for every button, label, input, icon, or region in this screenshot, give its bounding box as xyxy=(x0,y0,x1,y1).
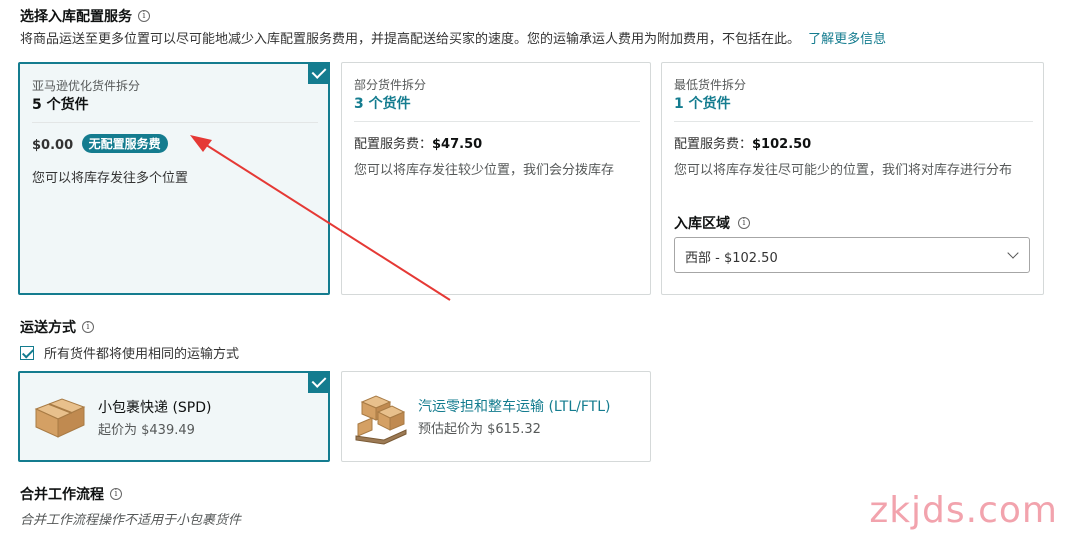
shipping-title-text: 运送方式 xyxy=(20,320,76,336)
info-icon[interactable]: i xyxy=(82,321,94,333)
shipping-card-spd[interactable]: 小包裹快递 (SPD) 起价为 $439.49 xyxy=(18,371,330,462)
annotation-arrow-head xyxy=(190,135,212,152)
same-shipping-checkbox[interactable] xyxy=(20,345,34,360)
watermark: zkjds.com xyxy=(869,490,1058,531)
shipping-card-ltl-ftl[interactable]: 汽运零担和整车运输 (LTL/FTL) 预估起价为 $615.32 xyxy=(341,371,651,462)
info-icon[interactable]: i xyxy=(110,488,122,500)
merge-workflow-title: 合并工作流程 i xyxy=(20,484,122,504)
shipping-method-title: 运送方式 i xyxy=(20,317,94,337)
shipping-method-price: 预估起价为 $615.32 xyxy=(418,422,541,437)
box-icon xyxy=(34,398,86,438)
same-shipping-checkbox-row[interactable]: 所有货件都将使用相同的运输方式 xyxy=(20,343,239,362)
selected-check-icon xyxy=(308,371,330,393)
checkbox-label: 所有货件都将使用相同的运输方式 xyxy=(44,347,240,362)
shipping-method-price: 起价为 $439.49 xyxy=(98,423,195,438)
pallet-icon xyxy=(355,395,407,445)
merge-workflow-note: 合并工作流程操作不适用于小包裹货件 xyxy=(20,513,242,528)
merge-title-text: 合并工作流程 xyxy=(20,487,104,503)
annotation-arrow-line xyxy=(199,140,451,301)
shipping-method-name: 汽运零担和整车运输 (LTL/FTL) xyxy=(418,399,611,415)
shipping-method-name: 小包裹快递 (SPD) xyxy=(98,400,212,416)
